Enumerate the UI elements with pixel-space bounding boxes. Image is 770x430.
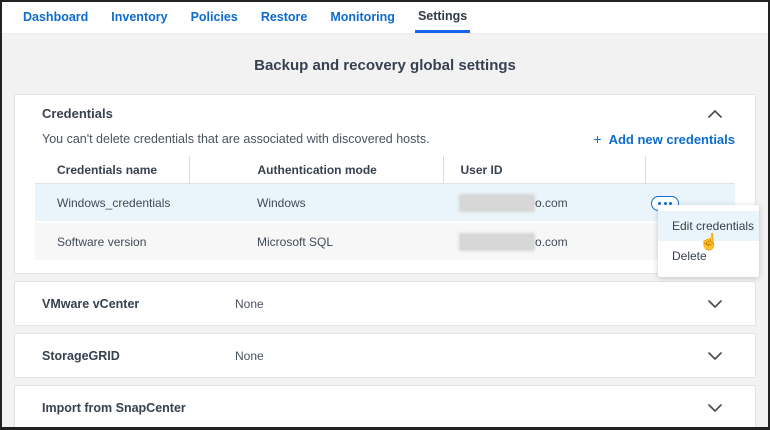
- top-nav: Dashboard Inventory Policies Restore Mon…: [2, 2, 768, 34]
- tab-inventory[interactable]: Inventory: [108, 2, 170, 33]
- cell-credentials-name: Software version: [35, 222, 189, 260]
- cell-user-id: o.com: [443, 184, 645, 223]
- menu-item-edit-credentials[interactable]: Edit credentials: [658, 211, 759, 241]
- add-new-credentials-label: Add new credentials: [609, 132, 735, 147]
- credentials-card: Credentials You can't delete credentials…: [14, 94, 756, 274]
- column-header-actions: [645, 156, 735, 184]
- add-new-credentials-button[interactable]: + Add new credentials: [593, 131, 735, 147]
- plus-icon: +: [593, 131, 601, 147]
- user-id-suffix: o.com: [535, 235, 568, 249]
- cell-authentication-mode: Microsoft SQL: [189, 222, 443, 260]
- table-row-software-version[interactable]: Software version Microsoft SQL o.com: [35, 222, 735, 260]
- section-label: VMware vCenter: [42, 297, 235, 311]
- tab-dashboard[interactable]: Dashboard: [20, 2, 91, 33]
- settings-page: Backup and recovery global settings Cred…: [2, 34, 768, 430]
- page-title: Backup and recovery global settings: [2, 57, 768, 74]
- tab-monitoring[interactable]: Monitoring: [327, 2, 398, 33]
- user-id-suffix: o.com: [535, 196, 568, 210]
- tab-policies[interactable]: Policies: [188, 2, 241, 33]
- tab-settings[interactable]: Settings: [415, 2, 470, 33]
- section-import-from-snapcenter: Import from SnapCenter: [14, 385, 756, 430]
- app-window: Dashboard Inventory Policies Restore Mon…: [0, 0, 770, 430]
- table-row-windows-credentials[interactable]: Windows_credentials Windows o.com: [35, 184, 735, 223]
- cell-credentials-name: Windows_credentials: [35, 184, 189, 223]
- chevron-down-icon[interactable]: [708, 404, 722, 412]
- tab-restore[interactable]: Restore: [258, 2, 311, 33]
- section-vmware-vcenter: VMware vCenter None: [14, 281, 756, 326]
- credentials-note: You can't delete credentials that are as…: [42, 132, 430, 146]
- credentials-section-title: Credentials: [42, 106, 113, 121]
- chevron-down-icon[interactable]: [708, 352, 722, 360]
- redacted-user-id: [460, 234, 534, 250]
- section-label: StorageGRID: [42, 349, 235, 363]
- section-label: Import from SnapCenter: [42, 401, 235, 415]
- column-header-credentials-name: Credentials name: [35, 156, 189, 184]
- cell-authentication-mode: Windows: [189, 184, 443, 223]
- section-value: None: [235, 349, 264, 363]
- section-storagegrid: StorageGRID None: [14, 333, 756, 378]
- row-actions-menu: Edit credentials Delete ☝: [658, 205, 759, 277]
- cell-user-id: o.com: [443, 222, 645, 260]
- menu-item-delete[interactable]: Delete: [658, 241, 759, 271]
- redacted-user-id: [460, 195, 534, 211]
- chevron-up-icon[interactable]: [708, 110, 722, 118]
- section-value: None: [235, 297, 264, 311]
- chevron-down-icon[interactable]: [708, 300, 722, 308]
- column-header-authentication-mode: Authentication mode: [189, 156, 443, 184]
- column-header-user-id: User ID: [443, 156, 645, 184]
- credentials-table: Credentials name Authentication mode Use…: [35, 156, 735, 260]
